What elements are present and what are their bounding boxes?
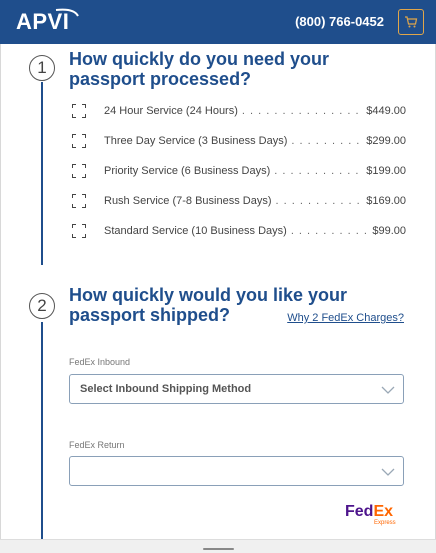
service-option-standard[interactable]: Standard Service (10 Business Days) . . … — [72, 222, 406, 240]
chevron-down-icon — [381, 468, 395, 476]
inbound-shipping-select[interactable]: Select Inbound Shipping Method — [69, 374, 404, 404]
chevron-down-icon — [381, 386, 395, 394]
option-label: Standard Service (10 Business Days) — [104, 225, 287, 237]
bottom-bar — [0, 539, 436, 553]
section-2-title-line1: How quickly would you like your — [69, 285, 348, 305]
checkbox-icon[interactable] — [72, 194, 86, 208]
step-1-number: 1 — [29, 55, 55, 81]
option-label: Three Day Service (3 Business Days) — [104, 135, 288, 147]
option-label: Priority Service (6 Business Days) — [104, 165, 271, 177]
cart-button[interactable] — [398, 9, 424, 35]
site-header: APVI (800) 766-0452 — [0, 0, 436, 44]
inbound-select-value: Select Inbound Shipping Method — [80, 383, 252, 395]
checkbox-icon[interactable] — [72, 134, 86, 148]
leader-dots: . . . . . . . . . . . . . . . . . . . . … — [274, 165, 362, 177]
option-price: $99.00 — [372, 225, 406, 237]
step-2-number: 2 — [29, 293, 55, 319]
option-label: 24 Hour Service (24 Hours) — [104, 105, 238, 117]
step-1-timeline — [41, 82, 43, 265]
leader-dots: . . . . . . . . . . . . . . . . . . . . … — [290, 225, 369, 237]
fedex-logo-fed: Fed — [345, 503, 374, 520]
fedex-express-logo: FedEx Express — [345, 503, 405, 529]
section-1-title-line2: passport processed? — [69, 69, 252, 89]
option-price: $449.00 — [366, 105, 406, 117]
service-option-priority[interactable]: Priority Service (6 Business Days) . . .… — [72, 162, 406, 180]
option-price: $199.00 — [366, 165, 406, 177]
logo-swoosh-icon — [55, 8, 79, 17]
fedex-inbound-label: FedEx Inbound — [69, 357, 131, 367]
return-shipping-select[interactable] — [69, 456, 404, 486]
checkbox-icon[interactable] — [72, 104, 86, 118]
why-fedex-charges-link[interactable]: Why 2 FedEx Charges? — [287, 312, 404, 324]
step-2-timeline — [41, 322, 43, 539]
page-left-border — [0, 44, 1, 553]
service-option-24-hour[interactable]: 24 Hour Service (24 Hours) . . . . . . .… — [72, 102, 406, 120]
leader-dots: . . . . . . . . . . . . . . . . . . . . … — [275, 195, 363, 207]
leader-dots: . . . . . . . . . . . . . . . . . . . . … — [291, 135, 362, 147]
option-price: $169.00 — [366, 195, 406, 207]
leader-dots: . . . . . . . . . . . . . . . . . . . . … — [241, 105, 362, 117]
cart-icon — [405, 16, 418, 28]
section-1-title: How quickly do you need your passport pr… — [69, 49, 329, 89]
phone-number-link[interactable]: (800) 766-0452 — [295, 14, 384, 29]
apvi-logo[interactable]: APVI — [16, 8, 79, 36]
option-price: $299.00 — [366, 135, 406, 147]
drag-handle[interactable] — [203, 548, 234, 550]
checkbox-icon[interactable] — [72, 164, 86, 178]
fedex-logo-express: Express — [374, 520, 396, 526]
fedex-return-label: FedEx Return — [69, 440, 125, 450]
service-option-three-day[interactable]: Three Day Service (3 Business Days) . . … — [72, 132, 406, 150]
checkbox-icon[interactable] — [72, 224, 86, 238]
service-option-rush[interactable]: Rush Service (7-8 Business Days) . . . .… — [72, 192, 406, 210]
fedex-logo-ex: Ex — [373, 503, 394, 520]
option-label: Rush Service (7-8 Business Days) — [104, 195, 272, 207]
section-1-title-line1: How quickly do you need your — [69, 49, 330, 69]
